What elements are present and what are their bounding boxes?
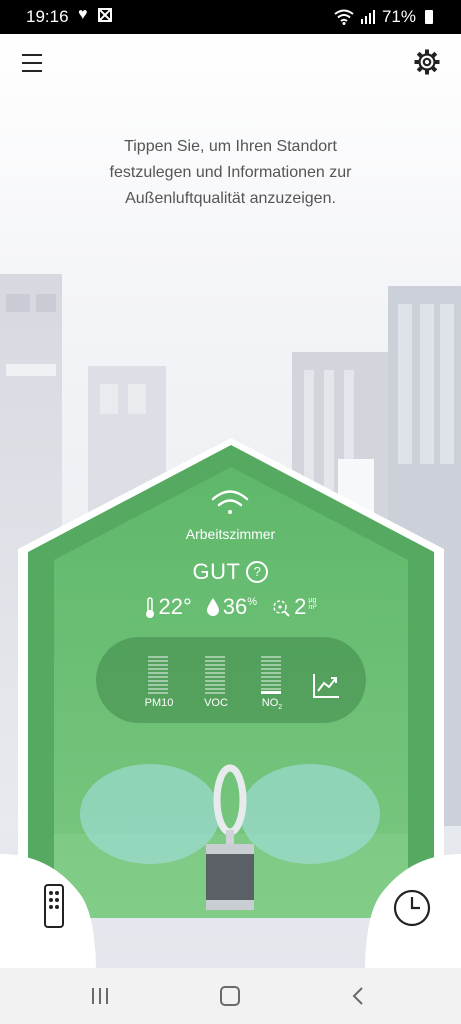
particles-icon [273,600,290,617]
quality-label: GUT [192,559,241,585]
notification-app-icon [98,8,112,22]
recent-apps-icon [92,988,94,1004]
no2-bar [261,656,281,694]
app-screen: Tippen Sie, um Ihren Standort festzulege… [0,34,461,968]
temperature-value: 22° [158,594,192,619]
particles-reading: 2 µg m³ [271,594,316,620]
thermometer-icon [145,597,154,618]
recent-apps-icon-bar [106,988,108,1004]
voc-meter[interactable]: VOC [204,656,228,709]
remote-control-icon[interactable] [44,884,64,928]
room-name: Arbeitszimmer [185,526,276,542]
particles-unit-top: µg [308,597,317,604]
humidity-value: 36 [222,594,248,619]
recent-apps-button[interactable] [92,988,110,1004]
no2-level-fill [261,691,281,694]
air-quality-status: GUT? [150,558,311,585]
system-navigation-bar [0,968,461,1024]
temperature-reading: 22° [145,594,192,620]
no2-label-text: NO [261,697,279,709]
battery-percent: 71% [381,7,416,26]
particles-unit: µg m³ [308,597,316,611]
humidity-unit: % [247,596,258,608]
droplet-icon [206,598,219,616]
no2-meter[interactable]: NO2 [261,656,283,711]
back-button[interactable] [352,986,364,1006]
recent-apps-icon-bar [99,988,101,1004]
no2-label: NO2 [262,697,282,711]
pm10-meter[interactable]: PM10 [145,656,173,709]
room-readings: 22° 36% 2 µg m³ [100,594,361,620]
heart-icon: ♥ [78,6,88,23]
status-indicators: 71% [334,7,433,27]
battery-icon [425,10,433,24]
status-time: 19:16 [26,7,69,26]
no2-label-sub: 2 [278,704,283,712]
wifi-status-icon [334,9,354,25]
home-button[interactable] [220,986,240,1006]
signal-icon [360,10,375,24]
pm10-bar [148,656,168,694]
trend-chart-icon[interactable] [312,671,340,699]
help-icon[interactable]: ? [246,561,269,584]
humidity-reading: 36% [206,594,257,620]
particles-unit-bottom: m³ [308,604,317,611]
particles-value: 2 [294,594,307,619]
pm10-label: PM10 [144,697,174,709]
status-bar: 19:16 ♥ 71% [0,0,461,34]
voc-bar [205,656,225,694]
voc-label: VOC [204,697,228,709]
house-illustration [0,438,461,968]
clock-icon[interactable] [392,888,432,928]
